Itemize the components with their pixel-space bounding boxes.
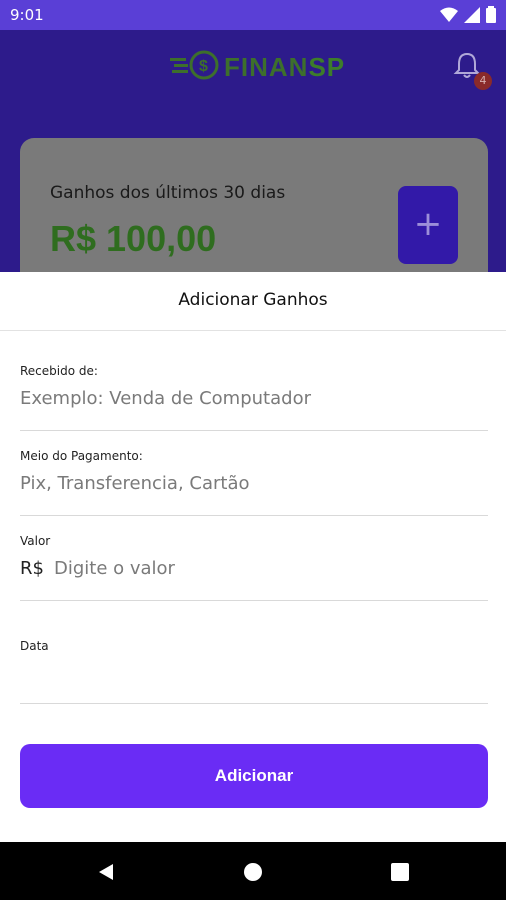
status-time: 9:01 (10, 6, 44, 24)
field-underline (20, 430, 488, 431)
signal-icon (464, 6, 480, 27)
field-label: Recebido de: (20, 364, 98, 378)
currency-prefix: R$ (20, 558, 44, 579)
app-header: $ FINANSP 4 Ganhos dos últimos 30 dias R… (0, 30, 506, 302)
earnings-period-label: Ganhos dos últimos 30 dias (50, 183, 286, 203)
dollar-coin-icon: $ (170, 50, 220, 84)
add-earning-button[interactable]: + (398, 186, 458, 264)
sheet-divider (0, 330, 506, 331)
field-label: Meio do Pagamento: (20, 449, 143, 463)
amount-field[interactable]: Valor R$ Digite o valor (20, 534, 488, 602)
received-from-input[interactable]: Exemplo: Venda de Computador (20, 388, 311, 409)
sheet-title: Adicionar Ganhos (178, 290, 328, 310)
wifi-icon (440, 7, 458, 27)
recents-icon[interactable] (390, 862, 410, 882)
add-earnings-sheet: Adicionar Ganhos Recebido de: Exemplo: V… (0, 272, 506, 842)
date-field[interactable]: Data (20, 639, 488, 707)
back-icon[interactable] (96, 862, 116, 882)
field-label: Data (20, 639, 49, 653)
earnings-amount: R$ 100,00 (50, 218, 217, 259)
system-nav-bar (0, 842, 506, 900)
app-logo: $ FINANSP (170, 50, 345, 84)
field-label: Valor (20, 534, 51, 548)
field-underline (20, 600, 488, 601)
received-from-field[interactable]: Recebido de: Exemplo: Venda de Computado… (20, 364, 488, 432)
notification-badge: 4 (474, 72, 492, 90)
submit-add-button[interactable]: Adicionar (20, 744, 488, 808)
logo-text: FINANSP (224, 51, 346, 82)
battery-icon (486, 6, 496, 27)
payment-method-field[interactable]: Meio do Pagamento: Pix, Transferencia, C… (20, 449, 488, 517)
amount-input[interactable]: Digite o valor (54, 558, 175, 579)
status-bar: 9:01 (0, 0, 506, 30)
home-icon[interactable] (243, 862, 263, 882)
field-underline (20, 703, 488, 704)
field-underline (20, 515, 488, 516)
svg-text:$: $ (199, 58, 208, 75)
payment-method-input[interactable]: Pix, Transferencia, Cartão (20, 473, 250, 494)
